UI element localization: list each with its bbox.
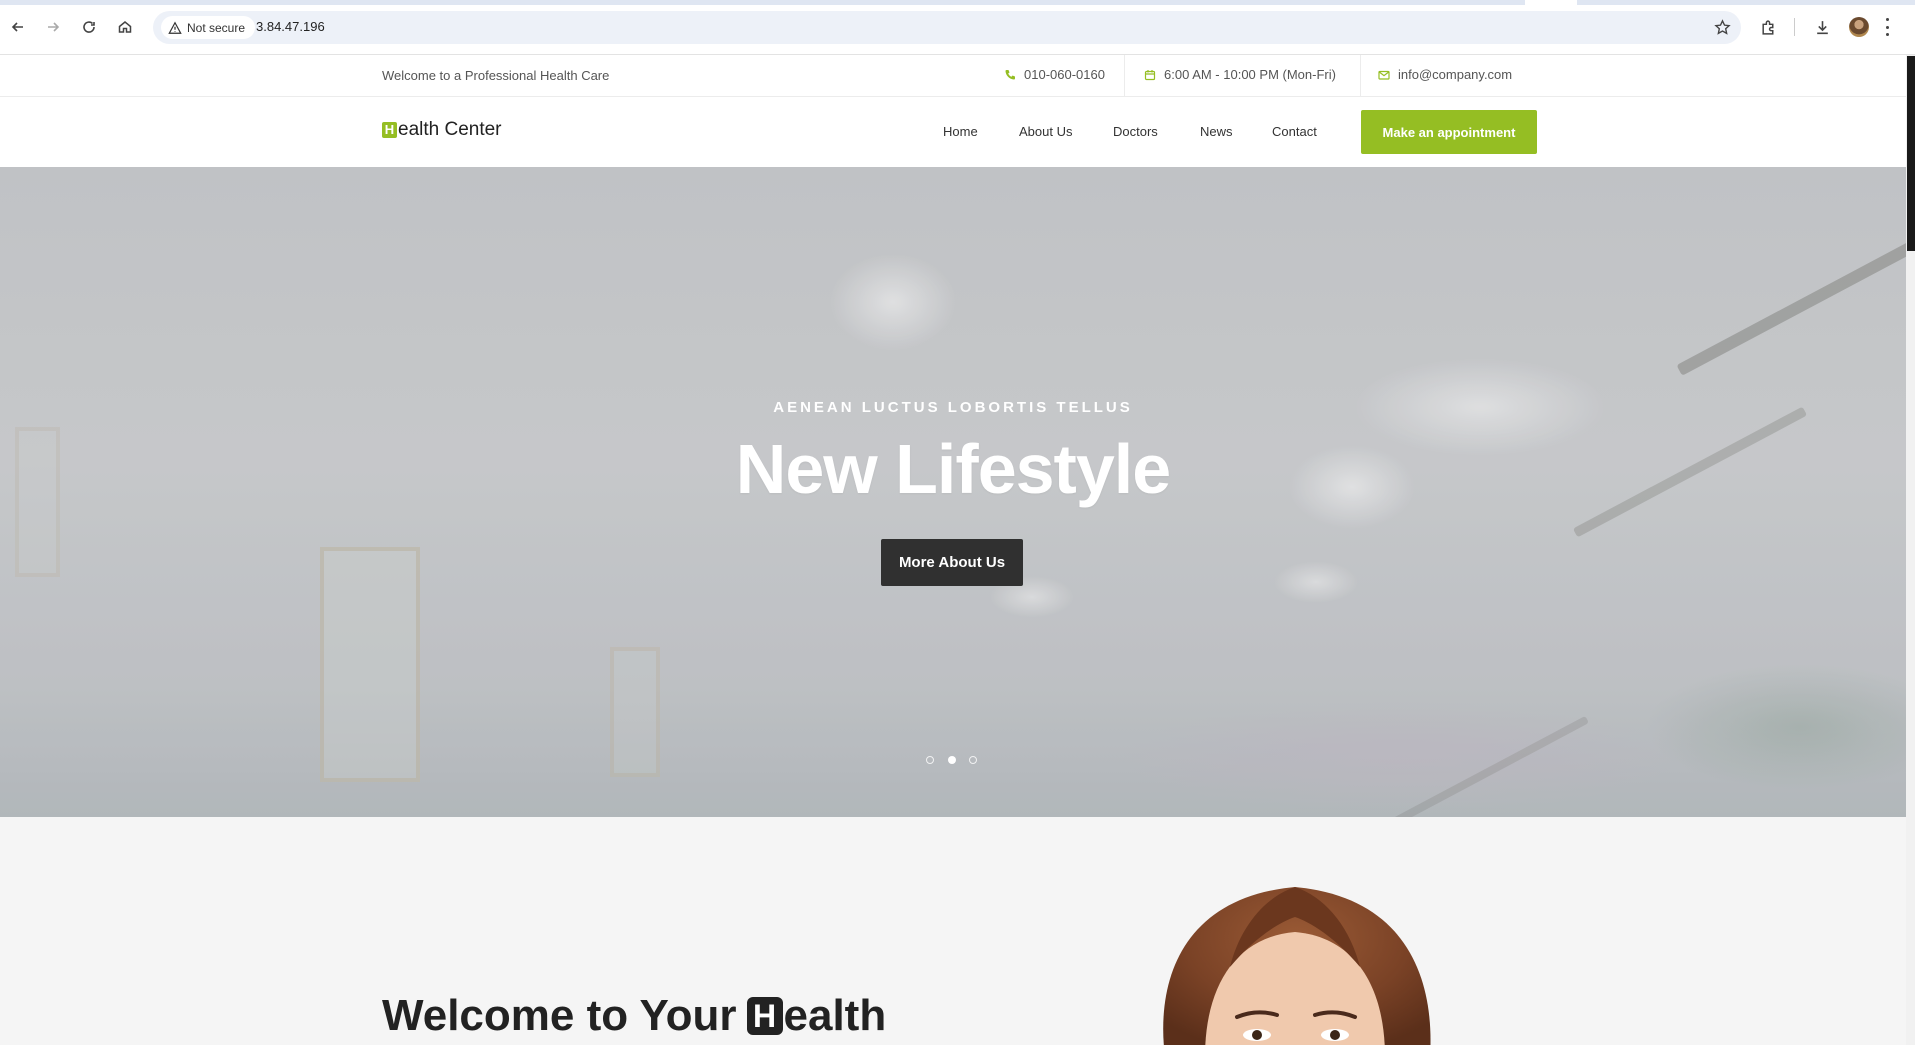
logo-mark: H <box>382 122 397 138</box>
scrollbar-thumb[interactable] <box>1907 56 1915 251</box>
active-tab[interactable] <box>1525 0 1577 5</box>
logo-text: ealth Center <box>398 119 502 140</box>
more-about-us-button[interactable]: More About Us <box>881 539 1023 586</box>
phone-info: 010-060-0160 <box>1004 67 1105 82</box>
phone-icon <box>1005 69 1015 79</box>
slider-dot-3[interactable] <box>969 756 977 764</box>
address-bar[interactable]: Not secure 3.84.47.196 <box>153 11 1741 44</box>
welcome-heading-mark: H <box>746 997 783 1035</box>
tab-strip <box>0 0 1915 5</box>
make-appointment-button[interactable]: Make an appointment <box>1361 110 1537 154</box>
topbar-divider <box>1360 55 1361 97</box>
warning-icon <box>168 20 182 34</box>
extensions-icon[interactable] <box>1757 16 1779 38</box>
welcome-heading: Welcome to Your H ealth <box>382 991 886 1041</box>
site-logo[interactable]: H ealth Center <box>382 119 502 141</box>
opening-hours: 6:00 AM - 10:00 PM (Mon-Fri) <box>1164 67 1336 82</box>
hero-title: New Lifestyle <box>735 430 1171 508</box>
bookmark-star-icon[interactable] <box>1714 19 1731 36</box>
hero-slider: AENEAN LUCTUS LOBORTIS TELLUS New Lifest… <box>0 167 1906 817</box>
browser-chrome: Not secure 3.84.47.196 <box>0 0 1915 55</box>
hero-kicker: AENEAN LUCTUS LOBORTIS TELLUS <box>773 399 1133 416</box>
profile-avatar[interactable] <box>1849 17 1869 37</box>
home-icon[interactable] <box>114 16 136 38</box>
topbar-divider <box>1124 55 1125 97</box>
back-icon[interactable] <box>7 16 29 38</box>
slider-dot-2[interactable] <box>948 756 956 764</box>
url-text[interactable]: 3.84.47.196 <box>256 19 325 34</box>
top-info-bar: Welcome to a Professional Health Care 01… <box>0 55 1906 97</box>
slider-dot-1[interactable] <box>926 756 934 764</box>
download-icon[interactable] <box>1811 16 1833 38</box>
nav-contact[interactable]: Contact <box>1272 124 1317 139</box>
nav-home[interactable]: Home <box>943 124 978 139</box>
nav-doctors[interactable]: Doctors <box>1113 124 1158 139</box>
welcome-heading-rest: ealth <box>783 991 887 1040</box>
hours-info: 6:00 AM - 10:00 PM (Mon-Fri) <box>1144 67 1336 82</box>
doctor-portrait-image <box>1163 887 1431 1045</box>
browser-menu-icon[interactable] <box>1886 18 1890 36</box>
email-info: info@company.com <box>1378 67 1512 82</box>
security-chip[interactable]: Not secure <box>161 16 256 39</box>
site-header: H ealth Center Home About Us Doctors New… <box>0 97 1906 167</box>
welcome-section: Welcome to Your H ealth <box>0 817 1906 1045</box>
forward-icon[interactable] <box>42 16 64 38</box>
welcome-tagline: Welcome to a Professional Health Care <box>382 68 610 83</box>
email-address[interactable]: info@company.com <box>1398 67 1512 82</box>
welcome-heading-start: Welcome to Your <box>382 991 737 1040</box>
security-label: Not secure <box>187 20 246 35</box>
toolbar-divider <box>1794 18 1795 36</box>
reload-icon[interactable] <box>78 16 100 38</box>
calendar-icon <box>1144 69 1156 80</box>
phone-number[interactable]: 010-060-0160 <box>1024 67 1105 82</box>
nav-about-us[interactable]: About Us <box>1019 124 1072 139</box>
nav-news[interactable]: News <box>1200 124 1233 139</box>
envelope-icon <box>1378 70 1390 80</box>
